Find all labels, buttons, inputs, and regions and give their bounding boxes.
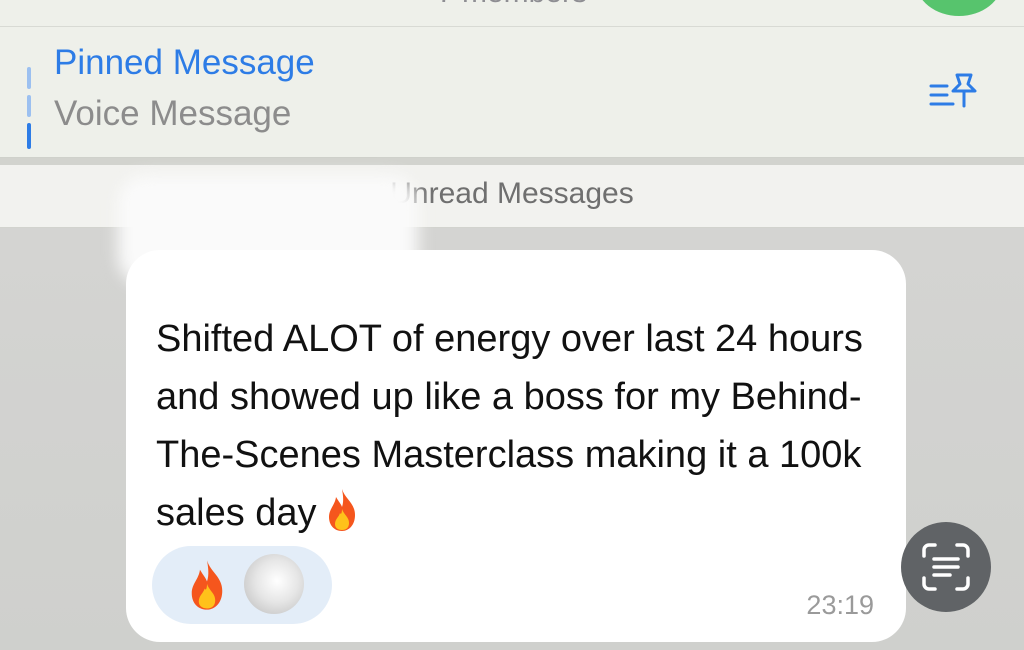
- message-time: 23:19: [806, 590, 874, 620]
- pin-list-icon: [929, 73, 977, 108]
- reactor-avatar: [244, 554, 304, 614]
- chat-header[interactable]: 7 members: [0, 0, 1024, 27]
- member-count: 7 members: [0, 0, 1024, 10]
- text-scan-icon: [922, 543, 970, 591]
- reaction-chip[interactable]: [152, 546, 332, 624]
- message-text: Shifted ALOT of energy over last 24 hour…: [156, 310, 886, 542]
- fire-icon: [191, 560, 223, 610]
- pinned-message-bar[interactable]: Pinned Message Voice Message: [0, 27, 1024, 158]
- pin-list-button[interactable]: [922, 67, 988, 117]
- fire-icon: [328, 489, 355, 531]
- pin-position-indicator: [27, 67, 31, 167]
- pinned-title: Pinned Message: [54, 43, 315, 82]
- pinned-preview: Voice Message: [54, 94, 292, 133]
- live-text-button[interactable]: [901, 522, 991, 612]
- message-bubble[interactable]: Shifted ALOT of energy over last 24 hour…: [126, 250, 906, 642]
- message-body: Shifted ALOT of energy over last 24 hour…: [156, 318, 863, 534]
